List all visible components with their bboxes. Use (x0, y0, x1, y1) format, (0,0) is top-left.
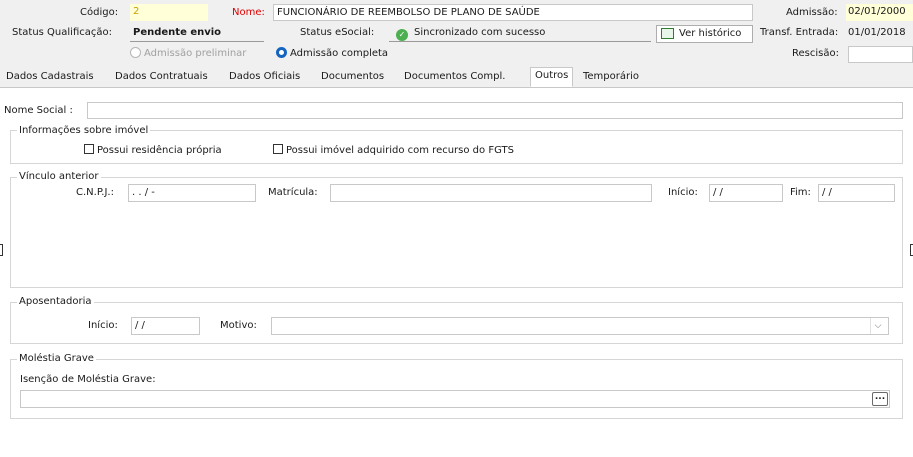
isencao-label: Isenção de Moléstia Grave: (20, 374, 156, 385)
tab-strip: Dados Cadastrais Dados Contratuais Dados… (0, 67, 913, 88)
radio-admissao-preliminar[interactable]: Admissão preliminar (130, 47, 246, 61)
vinculo-fim-field[interactable]: / / (818, 184, 895, 202)
codigo-label: Código: (80, 7, 119, 18)
aposentadoria-title: Aposentadoria (17, 296, 94, 308)
vinculo-anterior-title: Vínculo anterior (17, 171, 101, 183)
vinculo-inicio-label: Início: (668, 187, 698, 198)
molestia-grave-title: Moléstia Grave (17, 353, 96, 365)
aposentadoria-inicio-field[interactable]: / / (131, 317, 200, 335)
matricula-field[interactable] (330, 184, 652, 202)
motivo-label: Motivo: (220, 320, 257, 331)
status-esocial-label: Status eSocial: (300, 27, 375, 38)
vinculo-inicio-field[interactable]: / / (709, 184, 783, 202)
ver-historico-label: Ver histórico (679, 28, 742, 39)
status-esocial-text: Sincronizado com sucesso (414, 27, 546, 38)
isencao-field[interactable] (20, 390, 890, 408)
aposentadoria-inicio-label: Início: (88, 320, 118, 331)
imovel-fgts-checkbox[interactable]: Possui imóvel adquirido com recurso do F… (273, 144, 514, 158)
nome-social-field[interactable] (87, 102, 903, 119)
checkbox-unchecked-icon (84, 144, 94, 154)
tab-dados-oficiais[interactable]: Dados Oficiais (225, 69, 304, 86)
molestia-grave-group (10, 359, 903, 419)
admissao-field[interactable]: 02/01/2000 (846, 4, 913, 21)
vinculo-fim-label: Fim: (790, 187, 811, 198)
cnpj-label: C.N.P.J.: (76, 187, 114, 198)
left-edge-marker (0, 244, 3, 256)
tab-documentos-compl[interactable]: Documentos Compl. (400, 69, 509, 86)
checkbox-unchecked-icon (273, 144, 283, 154)
transf-entrada-field[interactable]: 01/01/2018 (846, 25, 913, 42)
nome-social-label: Nome Social : (4, 105, 73, 116)
imovel-fgts-label: Possui imóvel adquirido com recurso do F… (286, 145, 514, 156)
cnpj-field[interactable]: . . / - (128, 184, 256, 202)
history-icon (661, 28, 674, 39)
status-qualificacao-value: Pendente envio (130, 26, 264, 42)
tab-dados-cadastrais[interactable]: Dados Cadastrais (2, 69, 98, 86)
tab-dados-contratuais[interactable]: Dados Contratuais (111, 69, 212, 86)
transf-entrada-label: Transf. Entrada: (760, 27, 839, 38)
radio-selected-icon (276, 47, 287, 58)
codigo-field[interactable]: 2 (130, 4, 208, 21)
check-circle-icon: ✓ (396, 29, 408, 41)
radio-preliminar-label: Admissão preliminar (144, 48, 247, 59)
nome-field[interactable]: FUNCIONÁRIO DE REEMBOLSO DE PLANO DE SAÚ… (273, 4, 753, 21)
imovel-group-title: Informações sobre imóvel (17, 125, 151, 137)
admissao-label: Admissão: (786, 7, 838, 18)
radio-unselected-icon (130, 47, 141, 58)
motivo-select[interactable]: ⌵ (271, 317, 889, 335)
residencia-propria-label: Possui residência própria (97, 145, 222, 156)
matricula-label: Matrícula: (268, 187, 318, 198)
rescisao-field[interactable] (848, 46, 913, 63)
tab-temporario[interactable]: Temporário (579, 69, 643, 86)
status-esocial-value: ✓ Sincronizado com sucesso (389, 25, 651, 42)
tab-outros[interactable]: Outros (530, 67, 574, 87)
radio-admissao-completa[interactable]: Admissão completa (276, 47, 388, 61)
ellipsis-button[interactable]: ... (872, 392, 888, 406)
status-qualificacao-label: Status Qualificação: (12, 27, 112, 38)
rescisao-label: Rescisão: (792, 48, 839, 59)
nome-label: Nome: (232, 7, 265, 18)
residencia-propria-checkbox[interactable]: Possui residência própria (84, 144, 222, 158)
ver-historico-button[interactable]: Ver histórico (656, 25, 753, 43)
tab-documentos[interactable]: Documentos (317, 69, 388, 86)
radio-completa-label: Admissão completa (290, 48, 389, 59)
chevron-down-icon[interactable]: ⌵ (870, 318, 885, 334)
